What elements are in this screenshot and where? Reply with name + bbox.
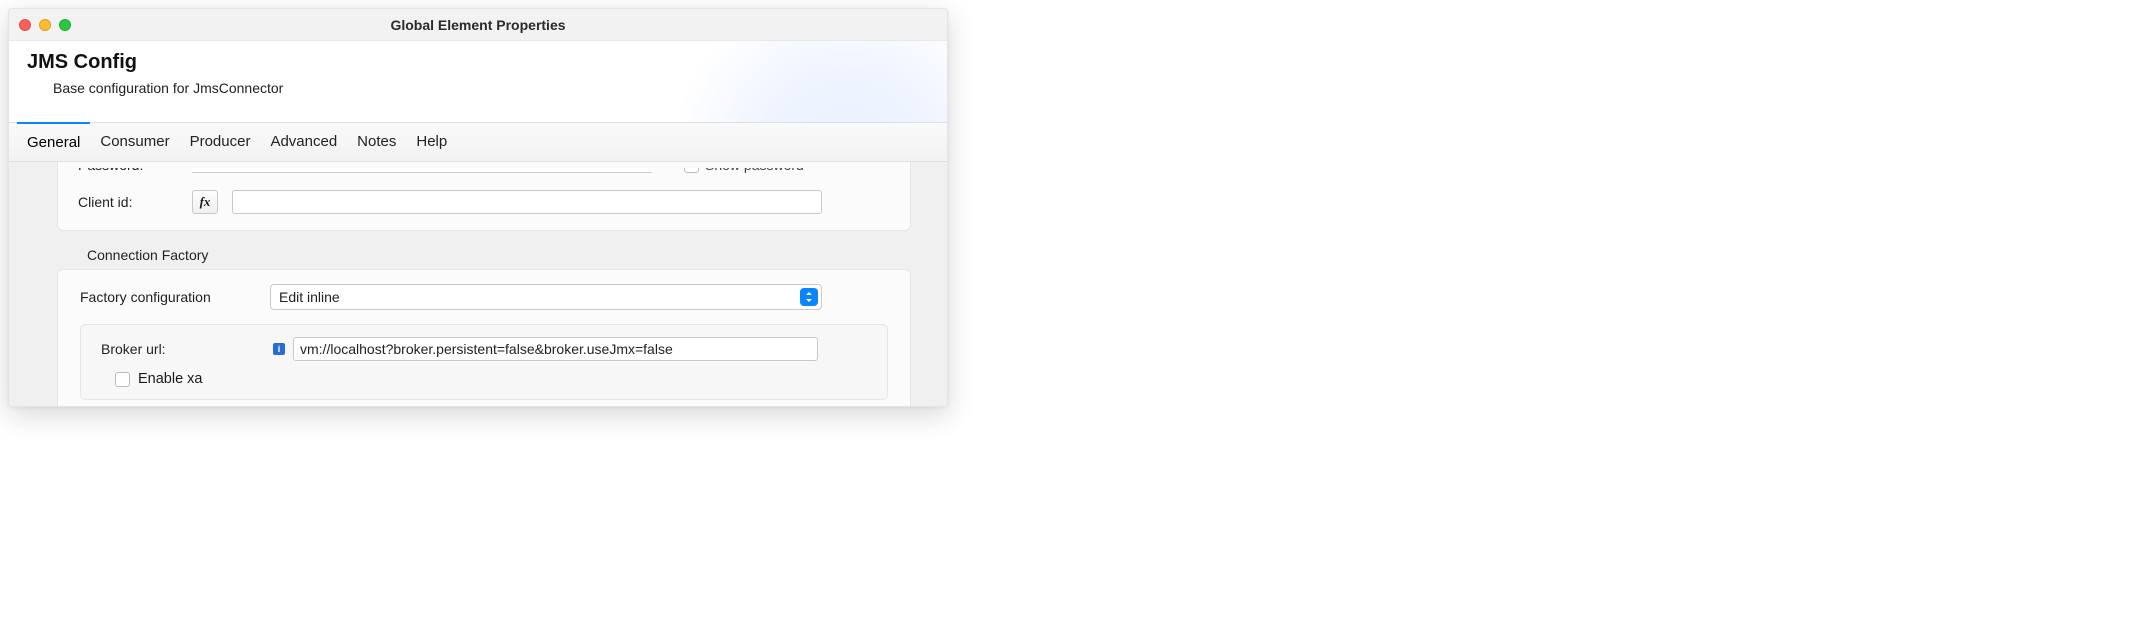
dialog-window: Global Element Properties JMS Config Bas… (8, 8, 948, 407)
password-input[interactable] (192, 168, 652, 173)
credentials-group: Password: Show password Client id: fx (57, 162, 911, 231)
broker-url-input[interactable] (293, 337, 818, 361)
password-label: Password: (78, 168, 178, 173)
fx-button[interactable]: fx (192, 190, 218, 214)
password-row: Password: Show password (78, 168, 890, 182)
factory-config-label: Factory configuration (80, 289, 250, 305)
content-area: Password: Show password Client id: fx Co… (9, 162, 947, 406)
tab-help[interactable]: Help (406, 123, 457, 161)
broker-url-row: Broker url: i (101, 337, 867, 361)
tab-general[interactable]: General (17, 122, 90, 161)
page-subtitle: Base configuration for JmsConnector (53, 80, 929, 96)
connection-factory-title: Connection Factory (87, 247, 919, 263)
show-password-check[interactable]: Show password (684, 168, 804, 173)
checkbox-icon[interactable] (115, 372, 130, 387)
dialog-header: JMS Config Base configuration for JmsCon… (9, 41, 947, 122)
client-id-input[interactable] (232, 190, 822, 214)
factory-config-row: Factory configuration Edit inline (80, 284, 888, 310)
fx-icon: fx (200, 194, 211, 210)
broker-group: Broker url: i Enable xa (80, 324, 888, 400)
enable-xa-row[interactable]: Enable xa (115, 371, 867, 387)
page-title: JMS Config (27, 51, 929, 74)
window-title: Global Element Properties (9, 17, 947, 33)
titlebar: Global Element Properties (9, 9, 947, 41)
checkbox-icon[interactable] (684, 168, 699, 173)
factory-config-select[interactable]: Edit inline (270, 284, 822, 310)
info-icon[interactable]: i (273, 343, 285, 355)
chevron-updown-icon (800, 288, 818, 306)
connection-factory-group: Factory configuration Edit inline Broker… (57, 269, 911, 406)
tab-producer[interactable]: Producer (180, 123, 261, 161)
client-id-label: Client id: (78, 194, 178, 210)
client-id-row: Client id: fx (78, 190, 890, 214)
enable-xa-label: Enable xa (138, 371, 203, 387)
tab-bar: General Consumer Producer Advanced Notes… (9, 122, 947, 162)
tab-notes[interactable]: Notes (347, 123, 406, 161)
tab-advanced[interactable]: Advanced (260, 123, 347, 161)
factory-config-value: Edit inline (279, 289, 340, 305)
tab-consumer[interactable]: Consumer (90, 123, 179, 161)
show-password-label: Show password (705, 168, 804, 173)
broker-url-label: Broker url: (101, 341, 267, 357)
